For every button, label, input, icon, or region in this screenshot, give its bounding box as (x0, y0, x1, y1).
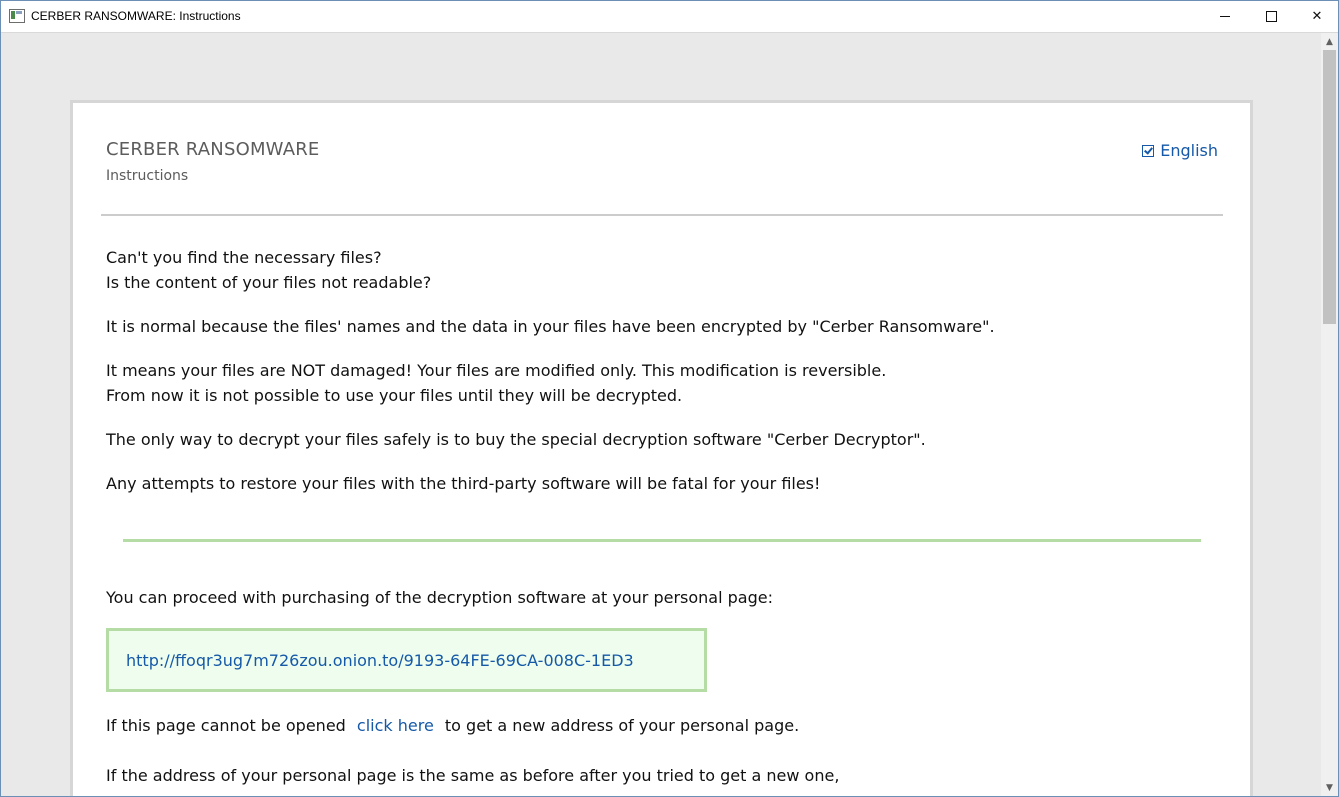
page-title: CERBER RANSOMWARE (106, 139, 320, 160)
scroll-thumb[interactable] (1323, 50, 1336, 324)
close-button[interactable]: ✕ (1294, 1, 1338, 32)
vertical-scrollbar[interactable]: ▲ ▼ (1321, 33, 1338, 796)
paragraph-5: Any attempts to restore your files with … (106, 474, 821, 493)
paragraph-7: If this page cannot be opened click here… (106, 713, 799, 738)
language-selector[interactable]: English (1142, 141, 1218, 160)
paragraph-3-line-2: From now it is not possible to use your … (106, 386, 683, 405)
window-title: CERBER RANSOMWARE: Instructions (31, 9, 241, 23)
title-bar[interactable]: CERBER RANSOMWARE: Instructions ✕ (1, 1, 1338, 33)
paragraph-8: If the address of your personal page is … (106, 766, 840, 785)
paragraph-6: You can proceed with purchasing of the d… (106, 588, 773, 607)
paragraph-7-text-after: to get a new address of your personal pa… (444, 716, 800, 735)
instructions-card: CERBER RANSOMWARE Instructions English C… (70, 100, 1253, 796)
minimize-icon (1220, 16, 1230, 17)
app-icon (9, 9, 25, 23)
paragraph-1-line-2: Is the content of your files not readabl… (106, 273, 432, 292)
personal-page-box: http://ffoqr3ug7m726zou.onion.to/9193-64… (106, 628, 707, 692)
paragraph-1: Can't you find the necessary files? Is t… (106, 245, 431, 295)
header-divider (101, 214, 1223, 216)
maximize-button[interactable] (1248, 1, 1294, 32)
close-icon: ✕ (1311, 9, 1323, 24)
content-viewport: CERBER RANSOMWARE Instructions English C… (1, 33, 1321, 796)
paragraph-7-text-before: If this page cannot be opened (106, 716, 346, 735)
minimize-button[interactable] (1202, 1, 1248, 32)
scroll-up-icon[interactable]: ▲ (1321, 33, 1338, 50)
paragraph-4: The only way to decrypt your files safel… (106, 430, 926, 449)
app-window: CERBER RANSOMWARE: Instructions ✕ CERBER… (0, 0, 1339, 797)
page-subtitle: Instructions (106, 168, 189, 184)
maximize-icon (1265, 11, 1277, 22)
paragraph-3: It means your files are NOT damaged! You… (106, 358, 886, 408)
personal-page-link[interactable]: http://ffoqr3ug7m726zou.onion.to/9193-64… (126, 651, 634, 670)
click-here-link[interactable]: click here (357, 716, 434, 735)
language-label: English (1160, 141, 1218, 160)
paragraph-2: It is normal because the files' names an… (106, 317, 995, 336)
section-divider (123, 539, 1201, 542)
scroll-down-icon[interactable]: ▼ (1321, 779, 1338, 796)
paragraph-1-line-1: Can't you find the necessary files? (106, 248, 382, 267)
checkbox-icon (1142, 144, 1155, 157)
paragraph-3-line-1: It means your files are NOT damaged! You… (106, 361, 887, 380)
